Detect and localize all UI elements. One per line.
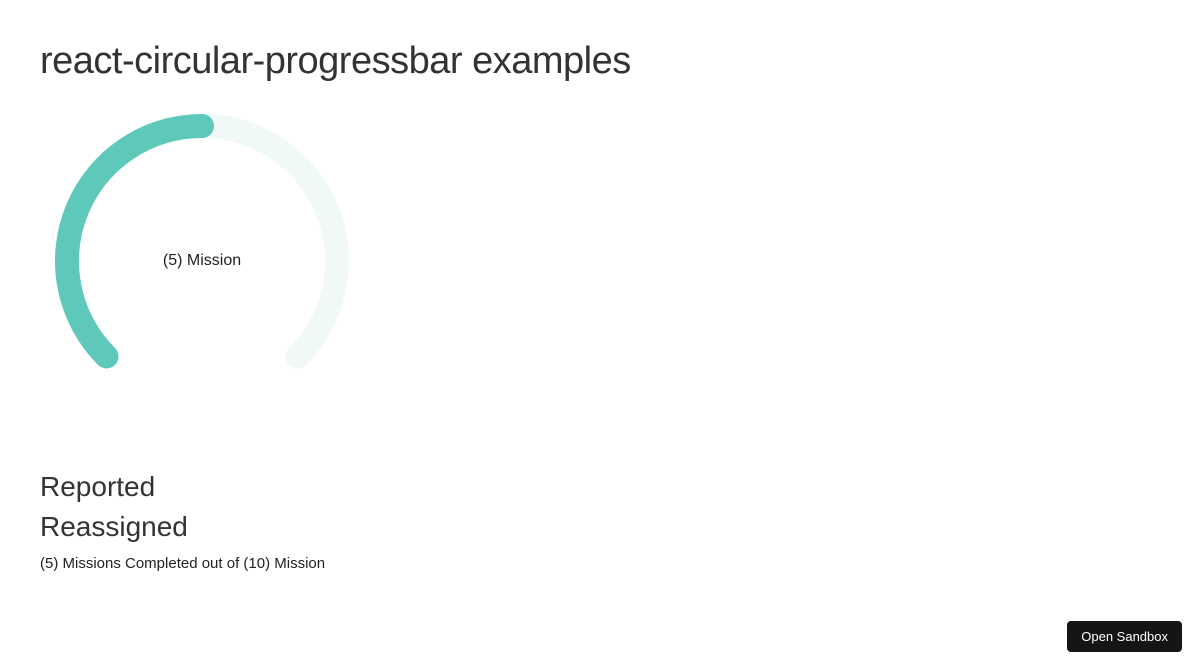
gauge-center-label: (5) Mission	[163, 252, 241, 270]
subheading-reported: Reported	[40, 471, 1200, 503]
circular-progressbar: (5) Mission	[52, 111, 352, 411]
gauge-path	[67, 126, 202, 356]
open-sandbox-button[interactable]: Open Sandbox	[1067, 621, 1182, 652]
subheading-reassigned: Reassigned	[40, 511, 1200, 543]
summary-text: (5) Missions Completed out of (10) Missi…	[40, 555, 1200, 572]
subheadings: Reported Reassigned	[40, 471, 1200, 543]
page-title: react-circular-progressbar examples	[40, 40, 1200, 83]
